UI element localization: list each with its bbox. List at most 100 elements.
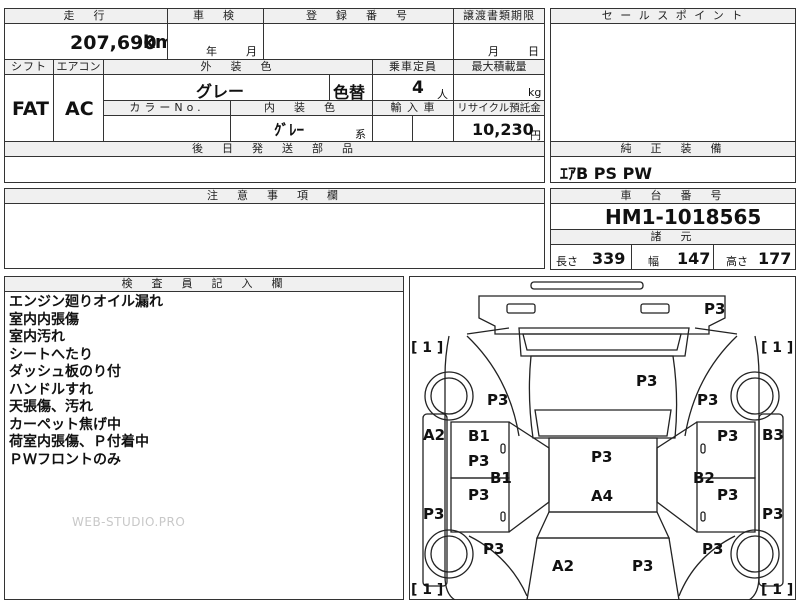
registration-cell xyxy=(263,23,454,60)
spec-height-value: 177 xyxy=(758,249,792,268)
rear-left-wheel xyxy=(424,371,474,421)
rear-right-wheel xyxy=(730,371,780,421)
import-header: 輸 入 車 xyxy=(372,100,454,116)
mark-roof: P3 xyxy=(636,372,658,390)
inspection-year-label: 年 xyxy=(206,45,217,58)
inspector-note: 室内汚れ xyxy=(9,329,65,345)
tire-bracket-front-left: [ 1 ] xyxy=(411,582,444,598)
import-cell-b xyxy=(412,115,454,142)
interior-color-unit: 系 xyxy=(355,128,366,141)
color-no-header: カラーNo. xyxy=(103,100,231,116)
mark-rear-bumper: P3 xyxy=(704,300,726,318)
later-parts-header: 後 日 発 送 部 品 xyxy=(4,141,545,157)
inspector-note: 室内内張傷 xyxy=(9,311,79,328)
shift-header: シフト xyxy=(4,59,54,75)
inspector-note: ＰＷフロントのみ xyxy=(9,451,121,468)
mark-right-pillar-b: B2 xyxy=(693,469,715,487)
inspector-note: ハンドルすれ xyxy=(9,381,93,398)
spec-length-label: 長さ xyxy=(556,255,578,268)
transfer-month-label: 月 xyxy=(488,45,499,58)
max-load-unit: kg xyxy=(528,86,542,99)
mark-right-rear-pillar: B3 xyxy=(762,426,784,444)
inspector-note: エンジン廻りオイル漏れ xyxy=(9,294,163,310)
transfer-day-label: 日 xyxy=(528,45,539,58)
tire-bracket-rear-left: [ 1 ] xyxy=(411,340,444,356)
genuine-equipment-value: ｴｱB PS PW xyxy=(560,164,652,183)
color-no-cell xyxy=(103,115,231,142)
ac-value: AC xyxy=(65,98,94,120)
interior-color-header: 内 装 色 xyxy=(230,100,373,116)
mark-hood: A4 xyxy=(591,487,614,505)
specs-header: 諸 元 xyxy=(550,229,796,245)
registration-header: 登 録 番 号 xyxy=(263,8,454,24)
rear-hatch-outline xyxy=(518,327,690,357)
mark-front-left: A2 xyxy=(552,557,575,575)
mark-right-rear-door: P3 xyxy=(717,427,739,445)
genuine-equipment-header: 純 正 装 備 xyxy=(550,141,796,157)
mark-left-rear-door-b: B1 xyxy=(468,427,490,445)
capacity-header: 乗車定員 xyxy=(372,59,454,75)
import-cell-a xyxy=(372,115,413,142)
hood xyxy=(526,537,680,600)
mark-left-rocker: P3 xyxy=(423,505,445,523)
recycle-header: リサイクル預託金 xyxy=(453,100,545,116)
exterior-color-value: グレー xyxy=(196,82,245,101)
transfer-deadline-header: 譲渡書類期限 xyxy=(453,8,545,24)
mark-left-quarter: P3 xyxy=(487,391,509,409)
left-rear-pillar xyxy=(466,335,520,437)
exterior-color-header: 外 装 色 xyxy=(103,59,373,75)
shift-value: FAT xyxy=(12,98,49,120)
inspector-note: 荷室内張傷、Ｐ付着中 xyxy=(9,434,149,450)
max-load-header: 最大積載量 xyxy=(453,59,545,75)
body-outline xyxy=(444,335,760,600)
inspection-month-label: 月 xyxy=(246,45,257,58)
mark-front-right: P3 xyxy=(632,557,654,575)
mileage-header: 走 行 xyxy=(4,8,168,24)
notes-header: 注 意 事 項 欄 xyxy=(4,188,545,204)
tire-bracket-front-right: [ 1 ] xyxy=(761,582,794,598)
inspector-note: ダッシュ板のり付 xyxy=(9,364,121,380)
inspection-header: 車 検 xyxy=(167,8,264,24)
rear-bumper-strip xyxy=(530,281,644,290)
mark-left-front-door: P3 xyxy=(468,486,490,504)
mark-right-rocker: P3 xyxy=(762,505,784,523)
mark-center-roof: P3 xyxy=(591,448,613,466)
chassis-number-value: HM1-1018565 xyxy=(605,205,762,229)
watermark: WEB-STUDIO.PRO xyxy=(72,515,186,529)
right-rear-pillar xyxy=(684,335,738,437)
roof-panel xyxy=(528,355,678,439)
spec-length-value: 339 xyxy=(592,249,626,268)
capacity-value: 4 xyxy=(412,78,424,98)
rear-lamp-right xyxy=(640,303,670,314)
inspector-notes-header: 検 査 員 記 入 欄 xyxy=(4,276,404,292)
front-right-wheel xyxy=(730,529,780,579)
sales-points-header: セ ー ル ス ポ イ ン ト xyxy=(550,8,796,24)
inspector-note: 天張傷、汚れ xyxy=(9,399,93,415)
roof-window xyxy=(534,409,672,437)
mark-left-front-fender: P3 xyxy=(483,540,505,558)
later-parts-cell xyxy=(4,156,545,183)
interior-color-value: ｸﾞﾚｰ xyxy=(274,121,305,139)
windshield xyxy=(535,511,671,539)
chassis-number-header: 車 台 番 号 xyxy=(550,188,796,204)
mark-left-pillar-b: B1 xyxy=(490,469,512,487)
mark-right-front-fender: P3 xyxy=(702,540,724,558)
sales-points-cell xyxy=(550,23,796,142)
tire-bracket-rear-right: [ 1 ] xyxy=(761,340,794,356)
spec-width-value: 147 xyxy=(677,249,711,268)
mark-right-quarter: P3 xyxy=(697,391,719,409)
recycle-value: 10,230 xyxy=(472,120,534,139)
spec-width-label: 幅 xyxy=(648,255,659,268)
mark-right-front-door: P3 xyxy=(717,486,739,504)
inspector-note: シートへたり xyxy=(9,346,93,363)
spec-height-label: 高さ xyxy=(726,255,748,268)
rear-window xyxy=(522,333,682,351)
notes-cell xyxy=(4,203,545,269)
inspector-notes-list: エンジン廻りオイル漏れ 室内内張傷 室内汚れ シートへたり ダッシュ板のり付 ハ… xyxy=(9,294,399,469)
body-outline-inner xyxy=(466,327,738,335)
front-left-wheel xyxy=(424,529,474,579)
mark-left-rear-pillar: A2 xyxy=(423,426,446,444)
rear-lamp-left xyxy=(506,303,536,314)
inspector-note: カーペット焦げ中 xyxy=(9,416,121,433)
ac-header: エアコン xyxy=(53,59,104,75)
